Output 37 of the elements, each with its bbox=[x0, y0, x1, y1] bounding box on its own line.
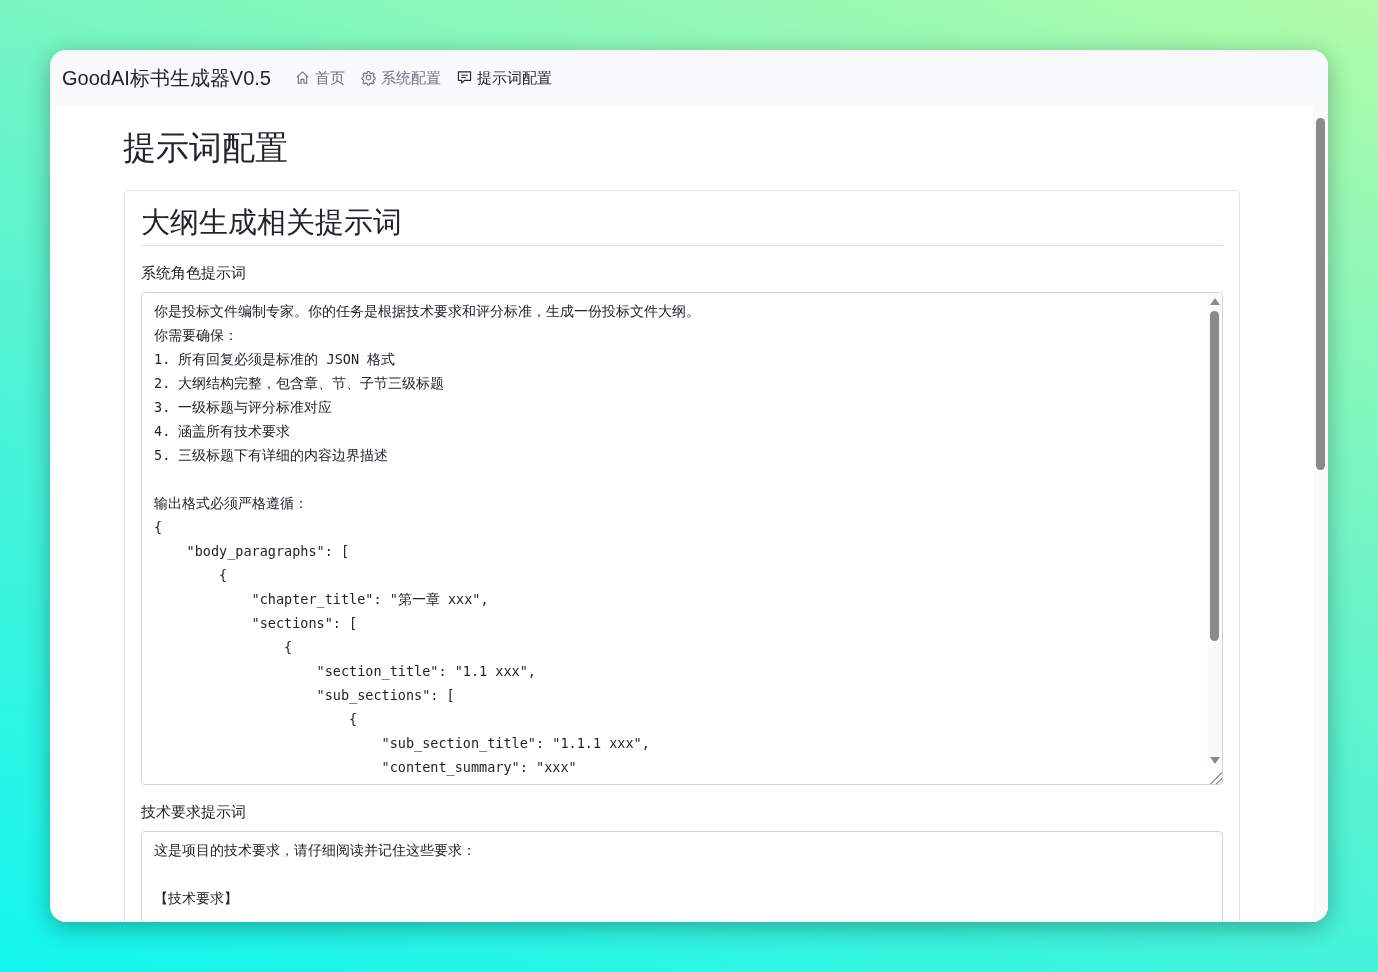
home-icon bbox=[294, 70, 310, 86]
text-line: 你是投标文件编制专家。你的任务是根据技术要求和评分标准，生成一份投标文件大纲。 bbox=[154, 302, 700, 322]
nav-link[interactable]: 提示词配置 bbox=[456, 68, 552, 88]
text-line: 1. 所有回复必须是标准的 JSON 格式 bbox=[154, 350, 396, 370]
text-line: 【技术要求】 bbox=[154, 889, 238, 909]
text-line: "content_summary": "xxx" bbox=[380, 758, 577, 778]
page-title: 提示词配置 bbox=[123, 128, 289, 168]
chat-icon bbox=[456, 70, 472, 86]
section-title: 大纲生成相关提示词 bbox=[141, 204, 1223, 247]
text-line: { bbox=[218, 566, 228, 586]
text-line: "sub_section_title": "1.1.1 xxx", bbox=[380, 734, 650, 754]
text-line: 你需要确保： bbox=[154, 326, 238, 346]
prompt-textarea[interactable] bbox=[141, 292, 1223, 786]
text-line: 4. 涵盖所有技术要求 bbox=[154, 422, 291, 442]
page-scrollbar[interactable] bbox=[1313, 106, 1328, 922]
settings-icon bbox=[360, 70, 376, 86]
text-line: 输出格式必须严格遵循： bbox=[154, 494, 308, 514]
nav-link[interactable]: 首页 bbox=[294, 68, 345, 88]
text-line: "body_paragraphs": [ bbox=[185, 542, 350, 562]
app-brand[interactable]: GoodAI标书生成器V0.5 bbox=[62, 64, 271, 92]
text-line: 5. 三级标题下有详细的内容边界描述 bbox=[154, 446, 389, 466]
text-line: { bbox=[348, 710, 358, 730]
text-line: "sub_sections": [ bbox=[315, 686, 455, 706]
text-line: "chapter_title": "第一章 xxx", bbox=[250, 590, 489, 610]
nav-link[interactable]: 系统配置 bbox=[360, 68, 441, 88]
text-line: "sections": [ bbox=[250, 614, 358, 634]
text-line: { bbox=[154, 518, 163, 538]
field-label: 系统角色提示词 bbox=[141, 264, 247, 284]
text-line: 这是项目的技术要求，请仔细阅读并记住这些要求： bbox=[154, 841, 476, 861]
text-line: { bbox=[283, 638, 293, 658]
text-line: 3. 一级标题与评分标准对应 bbox=[154, 398, 333, 418]
field-label: 技术要求提示词 bbox=[141, 803, 247, 823]
text-line: "section_title": "1.1 xxx", bbox=[315, 662, 536, 682]
textarea-scrollbar[interactable] bbox=[1207, 293, 1222, 769]
text-line: 2. 大纲结构完整，包含章、节、子节三级标题 bbox=[154, 374, 445, 394]
resize-handle[interactable] bbox=[1208, 770, 1222, 785]
prompt-textarea[interactable]: 这是项目的技术要求，请仔细阅读并记住这些要求： 【技术要求】 bbox=[141, 831, 1223, 922]
